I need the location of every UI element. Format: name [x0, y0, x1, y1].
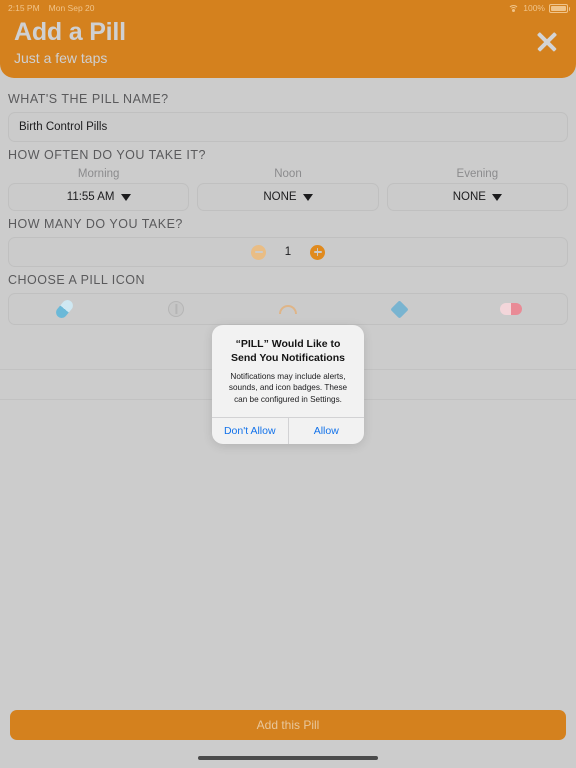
frequency-label-morning: Morning	[77, 168, 120, 180]
section-label-frequency: HOW OFTEN DO YOU TAKE IT?	[8, 148, 206, 162]
frequency-select-evening[interactable]: NONE	[386, 183, 568, 211]
alert-message: Notifications may include alerts, sounds…	[228, 371, 348, 404]
pill-name-input[interactable]: Birth Control Pills	[9, 113, 567, 141]
chevron-down-icon	[302, 193, 313, 201]
status-bar-right: 100%	[508, 3, 570, 13]
alert-title: “PILL” Would Like to Send You Notificati…	[231, 338, 345, 364]
wifi-icon	[508, 4, 520, 13]
pill-icon-row	[9, 294, 567, 324]
alert-dont-allow-button[interactable]: Don't Allow	[212, 418, 288, 444]
page-subtitle: Just a few taps	[14, 50, 108, 66]
status-bar-date: Mon Sep 20	[48, 3, 95, 13]
notification-permission-alert: “PILL” Would Like to Send You Notificati…	[212, 325, 364, 444]
pill-name-panel: Birth Control Pills	[8, 112, 568, 142]
quantity-value: 1	[284, 246, 292, 258]
capsule-blue-icon	[54, 297, 76, 321]
quantity-increment-button[interactable]	[310, 244, 325, 260]
frequency-label-noon: Noon	[274, 168, 302, 180]
frequency-value-evening: NONE	[452, 191, 486, 203]
close-icon[interactable]	[532, 26, 562, 56]
section-label-quantity: HOW MANY DO YOU TAKE?	[8, 217, 183, 231]
chevron-down-icon	[120, 193, 131, 201]
app-root: Add a Pill Just a few taps 2:15 PM Mon S…	[0, 0, 576, 768]
alert-actions: Don't Allow Allow	[212, 416, 365, 444]
capsule-pink-icon	[500, 303, 523, 315]
tablet-round-icon	[168, 301, 185, 317]
frequency-slot-morning: Morning 11:55 AM	[8, 168, 190, 211]
frequency-slot-evening: Evening NONE	[386, 168, 568, 211]
chevron-down-icon	[491, 193, 502, 201]
frequency-label-evening: Evening	[456, 168, 499, 180]
pill-icon-option-capsule-pink[interactable]	[455, 303, 567, 315]
frequency-select-morning[interactable]: 11:55 AM	[8, 183, 190, 211]
quantity-panel: 1	[8, 237, 568, 267]
alert-allow-button[interactable]: Allow	[287, 417, 365, 444]
page-title: Add a Pill	[14, 18, 126, 46]
diamond-blue-icon	[390, 299, 409, 319]
status-bar: 2:15 PM Mon Sep 20 100%	[0, 0, 576, 16]
home-indicator	[198, 756, 378, 760]
quantity-decrement-button[interactable]	[251, 244, 266, 260]
alert-body: “PILL” Would Like to Send You Notificati…	[212, 325, 364, 417]
pill-icon-option-diamond-blue[interactable]	[344, 299, 456, 319]
add-pill-button[interactable]: Add this Pill	[10, 710, 566, 740]
quantity-stepper: 1	[9, 238, 567, 266]
frequency-select-noon[interactable]: NONE	[197, 183, 379, 211]
status-bar-time: 2:15 PM	[8, 3, 40, 13]
frequency-value-morning: 11:55 AM	[66, 191, 115, 203]
frequency-slot-noon: Noon NONE	[197, 168, 379, 211]
pill-icon-option-capsule-blue[interactable]	[9, 297, 121, 321]
pill-icon-option-capsule-arc[interactable]	[232, 304, 344, 314]
section-label-icon: CHOOSE A PILL ICON	[8, 273, 146, 287]
status-bar-left: 2:15 PM Mon Sep 20	[8, 3, 95, 13]
form-content: WHAT'S THE PILL NAME? Birth Control Pill…	[0, 86, 576, 325]
battery-icon	[549, 3, 570, 13]
frequency-row: Morning 11:55 AM Noon NONE Evening NONE	[0, 168, 576, 211]
pill-icon-option-tablet-round[interactable]	[121, 301, 233, 317]
capsule-arc-icon	[278, 304, 297, 314]
section-label-name: WHAT'S THE PILL NAME?	[8, 92, 169, 106]
frequency-value-noon: NONE	[263, 191, 297, 203]
pill-icon-panel	[8, 293, 568, 325]
battery-percent-label: 100%	[523, 3, 545, 13]
